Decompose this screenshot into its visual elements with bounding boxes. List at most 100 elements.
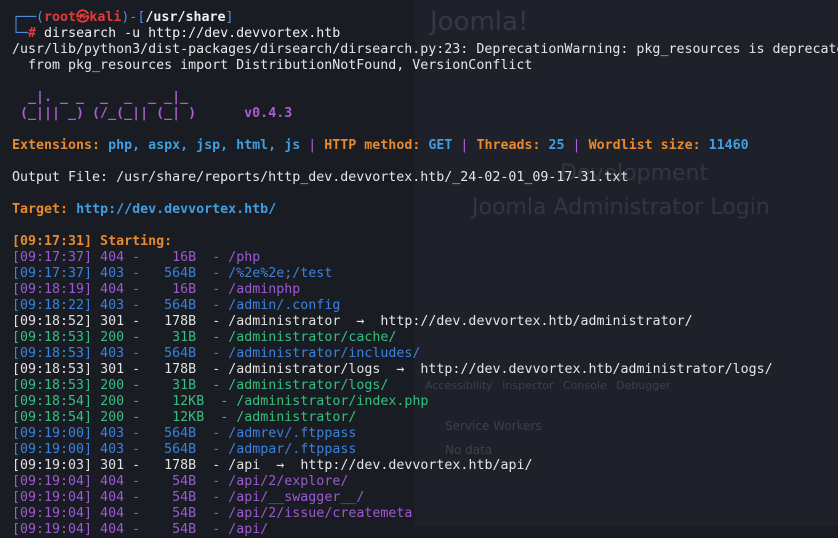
result-row: [09:17:37] 404 - 16B - /php: [12, 250, 838, 266]
result-size: 12KB: [148, 394, 205, 409]
result-path: /api/: [228, 522, 269, 537]
result-size: 564B: [148, 346, 197, 361]
result-dash: -: [132, 410, 141, 425]
result-dash: -: [212, 282, 221, 297]
result-path: /administrator/cache/: [228, 330, 397, 345]
result-code: 404: [100, 282, 125, 297]
result-redirect: http://dev.devvortex.htb/api/: [300, 458, 533, 473]
prompt-user: root: [44, 10, 77, 25]
result-code: 404: [100, 506, 125, 521]
result-dash: -: [212, 314, 221, 329]
result-path: /api/2/issue/createmeta: [228, 506, 413, 521]
result-path: /admrev/.ftppass: [228, 426, 357, 441]
result-code: 404: [100, 522, 125, 537]
result-time: [09:18:53]: [12, 378, 93, 393]
result-time: [09:18:53]: [12, 330, 93, 345]
result-row: [09:17:37] 403 - 564B - /%2e%2e;/test: [12, 266, 838, 282]
result-size: 564B: [148, 266, 197, 281]
http-method-value: GET: [428, 138, 453, 153]
result-dash: -: [132, 298, 141, 313]
result-redirect: http://dev.devvortex.htb/administrator/l…: [420, 362, 773, 377]
result-row: [09:18:54] 200 - 12KB - /administrator/i…: [12, 394, 838, 410]
result-dash: -: [212, 522, 221, 537]
result-dash: -: [132, 506, 141, 521]
result-row: [09:18:53] 200 - 31B - /administrator/ca…: [12, 330, 838, 346]
result-time: [09:18:19]: [12, 282, 93, 297]
result-dash: -: [212, 378, 221, 393]
result-dash: -: [132, 426, 141, 441]
result-dash: -: [132, 490, 141, 505]
result-code: 404: [100, 250, 125, 265]
result-dash: -: [132, 522, 141, 537]
prompt-at: ㉿: [76, 10, 90, 25]
result-row: [09:18:53] 403 - 564B - /administrator/i…: [12, 346, 838, 362]
result-row: [09:19:04] 404 - 54B - /api/2/explore/: [12, 474, 838, 490]
result-row: [09:18:54] 200 - 12KB - /administrator/: [12, 410, 838, 426]
result-dash: -: [132, 250, 141, 265]
result-dash: -: [212, 266, 221, 281]
result-code: 301: [100, 458, 125, 473]
result-path: /administrator/index.php: [236, 394, 429, 409]
result-row: [09:19:04] 404 - 54B - /api/: [12, 522, 838, 538]
prompt-line-2: └─# dirsearch -u http://dev.devvortex.ht…: [12, 26, 838, 42]
result-code: 200: [100, 330, 125, 345]
prompt-mid: )-[: [121, 10, 146, 25]
result-dash: -: [212, 298, 221, 313]
result-code: 403: [100, 346, 125, 361]
result-time: [09:17:37]: [12, 250, 93, 265]
terminal-output[interactable]: ┌──(root㉿kali)-[/usr/share] └─# dirsearc…: [12, 10, 838, 538]
prompt-host: kali: [89, 10, 122, 25]
result-time: [09:19:04]: [12, 522, 93, 537]
result-code: 301: [100, 362, 125, 377]
result-dash: -: [212, 330, 221, 345]
result-row: [09:19:04] 404 - 54B - /api/__swagger__/: [12, 490, 838, 506]
result-row: [09:18:52] 301 - 178B - /administrator →…: [12, 314, 838, 330]
target-line: Target: http://dev.devvortex.htb/: [12, 202, 838, 218]
result-path: /admin/.config: [228, 298, 341, 313]
extensions-label: Extensions:: [12, 138, 101, 153]
prompt-cwd: /usr/share: [145, 10, 226, 25]
result-code: 404: [100, 474, 125, 489]
result-size: 564B: [148, 298, 197, 313]
result-code: 403: [100, 266, 125, 281]
starting-line: [09:17:31] Starting:: [12, 234, 173, 249]
result-time: [09:19:04]: [12, 506, 93, 521]
wordlist-label: Wordlist size:: [588, 138, 701, 153]
redirect-arrow-icon: →: [276, 458, 285, 473]
prompt-line-1: ┌──(root㉿kali)-[/usr/share]: [12, 10, 838, 26]
command-text: dirsearch -u http://dev.devvortex.htb: [44, 26, 341, 41]
output-file-line: Output File: /usr/share/reports/http_dev…: [12, 170, 629, 185]
result-size: 54B: [148, 474, 197, 489]
result-code: 200: [100, 378, 125, 393]
result-size: 564B: [148, 442, 197, 457]
prompt-close: ]: [225, 10, 234, 25]
result-size: 178B: [148, 314, 197, 329]
result-dash: -: [132, 442, 141, 457]
result-size: 31B: [148, 378, 197, 393]
result-dash: -: [220, 410, 229, 425]
result-size: 16B: [148, 250, 197, 265]
result-dash: -: [212, 346, 221, 361]
result-size: 54B: [148, 506, 197, 521]
result-dash: -: [212, 506, 221, 521]
result-path: /administrator: [228, 314, 341, 329]
result-path: /administrator/logs/: [228, 378, 389, 393]
result-dash: -: [212, 426, 221, 441]
result-row: [09:18:53] 200 - 31B - /administrator/lo…: [12, 378, 838, 394]
result-size: 178B: [148, 458, 197, 473]
result-time: [09:19:00]: [12, 442, 93, 457]
result-size: 564B: [148, 426, 197, 441]
threads-value: 25: [548, 138, 565, 153]
result-path: /administrator/: [236, 410, 357, 425]
result-row: [09:19:00] 403 - 564B - /admrev/.ftppass: [12, 426, 838, 442]
result-dash: -: [132, 346, 141, 361]
result-dash: -: [132, 362, 141, 377]
banner-line-2: (_||| _) (/_(_|| (_| ) v0.4.3: [12, 106, 838, 122]
wordlist-value: 11460: [708, 138, 749, 153]
result-row: [09:18:19] 404 - 16B - /adminphp: [12, 282, 838, 298]
result-time: [09:17:37]: [12, 266, 93, 281]
target-label: Target:: [12, 202, 69, 217]
result-dash: -: [212, 442, 221, 457]
redirect-arrow-icon: →: [356, 314, 365, 329]
banner-version: v0.4.3: [244, 106, 293, 121]
